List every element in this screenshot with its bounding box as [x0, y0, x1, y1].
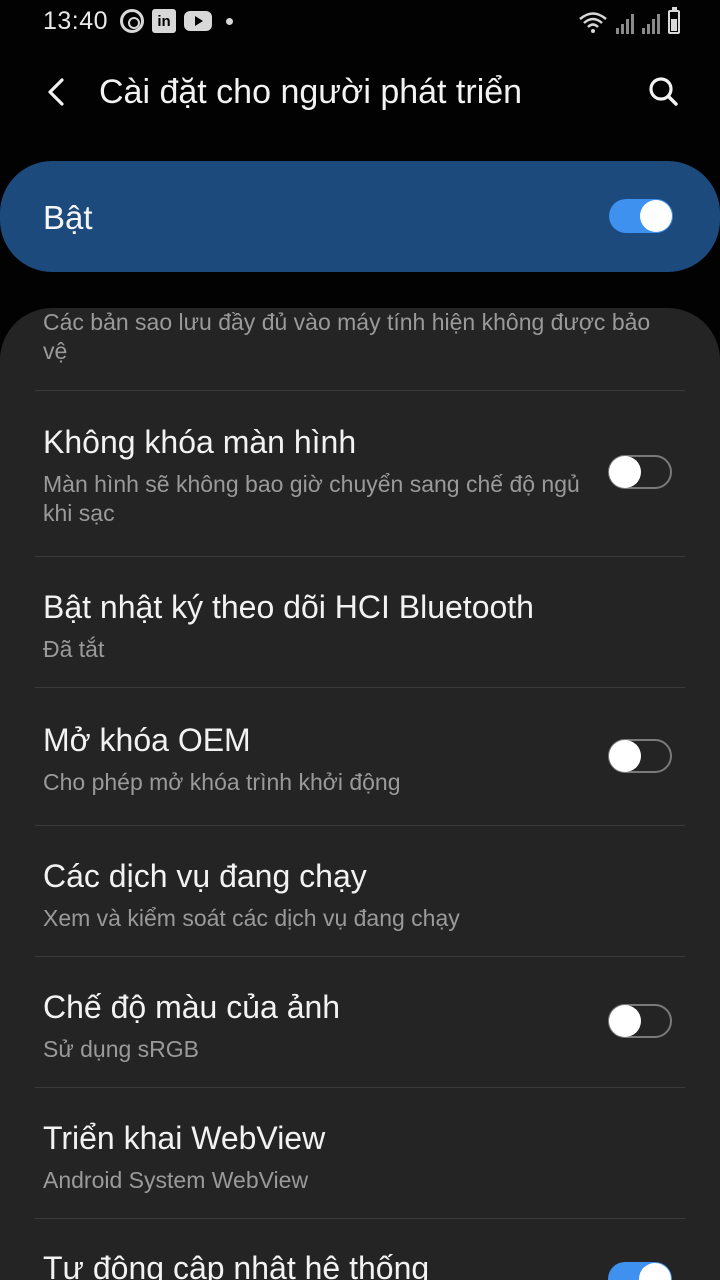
list-item-subtitle: Cho phép mở khóa trình khởi động	[43, 769, 401, 795]
list-item-picture-color-mode[interactable]: Chế độ màu của ảnh Sử dụng sRGB	[0, 957, 720, 1087]
battery-icon	[668, 7, 680, 34]
partial-item-description: Các bản sao lưu đầy đủ vào máy tính hiện…	[43, 309, 651, 364]
list-item-auto-system-updates[interactable]: Tự động cập nhật hệ thống	[0, 1219, 720, 1280]
signal-icon	[616, 12, 634, 34]
stay-awake-toggle[interactable]	[608, 455, 672, 489]
status-time: 13:40	[43, 7, 109, 35]
master-toggle[interactable]	[609, 199, 673, 233]
list-item-subtitle: Sử dụng sRGB	[43, 1036, 200, 1062]
list-item-title: Mở khóa OEM	[43, 722, 251, 758]
list-item-title: Triển khai WebView	[43, 1120, 326, 1156]
picture-color-mode-toggle[interactable]	[608, 1004, 672, 1038]
back-button[interactable]	[38, 72, 78, 112]
dot-icon	[226, 17, 233, 25]
page-title: Cài đặt cho người phát triển	[99, 73, 523, 111]
list-item-title: Bật nhật ký theo dõi HCI Bluetooth	[43, 589, 534, 625]
settings-list: Các bản sao lưu đầy đủ vào máy tính hiện…	[0, 308, 720, 1280]
system-icons	[578, 7, 680, 34]
app-bar: Cài đặt cho người phát triển	[0, 60, 720, 126]
list-item-title: Tự động cập nhật hệ thống	[43, 1250, 430, 1280]
list-item-bluetooth-hci-log[interactable]: Bật nhật ký theo dõi HCI Bluetooth Đã tắ…	[0, 557, 720, 687]
toggle-knob	[609, 1005, 641, 1037]
linkedin-icon: in	[152, 9, 176, 33]
list-item-title: Không khóa màn hình	[43, 424, 357, 460]
list-item-subtitle: Đã tắt	[43, 636, 105, 662]
list-item-subtitle: Xem và kiểm soát các dịch vụ đang chạy	[43, 905, 460, 931]
at-sign-icon	[120, 9, 144, 33]
toggle-knob	[639, 1263, 671, 1280]
master-switch-label: Bật	[43, 199, 93, 236]
list-item-running-services[interactable]: Các dịch vụ đang chạy Xem và kiểm soát c…	[0, 826, 720, 956]
list-item-subtitle: Android System WebView	[43, 1167, 309, 1193]
oem-unlock-toggle[interactable]	[608, 739, 672, 773]
list-item-webview-implementation[interactable]: Triển khai WebView Android System WebVie…	[0, 1088, 720, 1218]
signal-icon	[642, 12, 660, 34]
list-item-stay-awake[interactable]: Không khóa màn hình Màn hình sẽ không ba…	[0, 391, 720, 556]
toggle-knob	[640, 200, 672, 232]
status-bar: 13:40 in	[0, 0, 720, 44]
list-item-title: Chế độ màu của ảnh	[43, 989, 341, 1025]
wifi-icon	[579, 12, 607, 33]
developer-options-screen: 13:40 in Cài đặt cho người phát triển Bậ…	[0, 0, 720, 1280]
list-item-subtitle: Màn hình sẽ không bao giờ chuyển sang ch…	[43, 471, 580, 526]
search-icon	[649, 77, 678, 106]
chevron-left-icon	[48, 78, 64, 106]
toggle-knob	[609, 740, 641, 772]
notification-icons: in	[120, 9, 233, 33]
auto-system-updates-toggle[interactable]	[608, 1262, 672, 1280]
youtube-icon	[184, 11, 212, 31]
master-switch-bar[interactable]: Bật	[0, 161, 720, 272]
list-item-title: Các dịch vụ đang chạy	[43, 858, 367, 894]
toggle-knob	[609, 456, 641, 488]
list-item-oem-unlock[interactable]: Mở khóa OEM Cho phép mở khóa trình khởi …	[0, 688, 720, 825]
search-button[interactable]	[644, 72, 684, 112]
